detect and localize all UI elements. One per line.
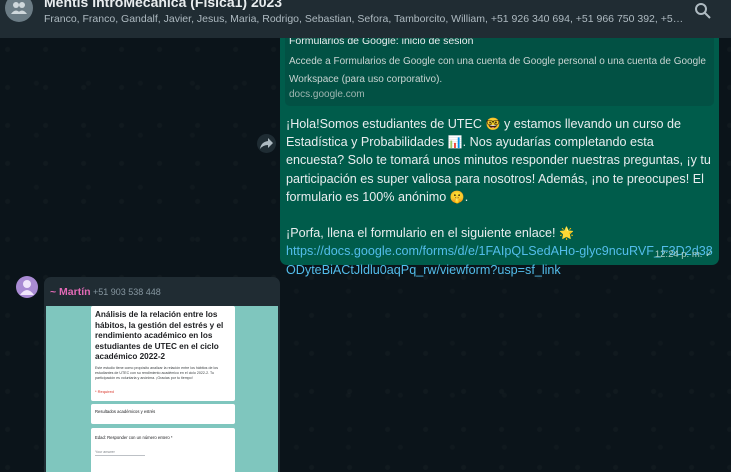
shushing-face-icon: 🤫 xyxy=(449,189,465,204)
form-link[interactable]: https://docs.google.com/forms/d/e/1FAIpQ… xyxy=(286,242,714,278)
forward-icon[interactable] xyxy=(257,134,276,153)
chat-title[interactable]: Mentis IntroMecanica (Física1) 2023 xyxy=(44,0,282,10)
bar-chart-icon: 📊 xyxy=(447,135,463,150)
group-avatar-icon[interactable] xyxy=(5,0,33,22)
user-avatar-icon[interactable] xyxy=(16,276,38,298)
preview-domain: docs.google.com xyxy=(289,89,365,100)
form-title: Análisis de la relación entre los hábito… xyxy=(95,310,224,361)
form-description: Este estudio tiene como propósito analiz… xyxy=(95,366,219,380)
incoming-message[interactable]: ~ Martín +51 903 538 448 Análisis de la … xyxy=(44,277,280,472)
form-question-card: Edad: Responder con un número entero * Y… xyxy=(91,428,235,472)
outgoing-message[interactable]: Formularios de Google: inicio de sesión … xyxy=(280,20,719,277)
form-header-card: Análisis de la relación entre los hábito… xyxy=(91,306,235,401)
message-body: ¡Hola!Somos estudiantes de UTEC 🤓 y esta… xyxy=(286,115,714,279)
chat-header[interactable]: Mentis IntroMecanica (Física1) 2023 Fran… xyxy=(0,0,731,38)
message-text: . xyxy=(464,189,469,204)
message-timestamp: 12:24 p. m. ✓ xyxy=(654,249,713,260)
form-required-note: * Required xyxy=(95,389,114,394)
form-section-card: Resultados académicos y estrés xyxy=(91,404,235,424)
form-answer-placeholder: Your answer xyxy=(95,450,115,454)
form-screenshot-image[interactable]: Análisis de la relación entre los hábito… xyxy=(46,306,278,472)
star-icon: 🌟 xyxy=(559,226,574,241)
group-members[interactable]: Franco, Franco, Gandalf, Javier, Jesus, … xyxy=(44,13,684,25)
message-text: ¡Porfa, llena el formulario en el siguie… xyxy=(286,226,556,241)
form-answer-line xyxy=(95,455,145,456)
form-question: Edad: Responder con un número entero * xyxy=(95,435,173,440)
nerd-face-icon: 🤓 xyxy=(485,117,501,131)
search-icon[interactable] xyxy=(694,2,714,22)
preview-description: Accede a Formularios de Google con una c… xyxy=(289,56,706,85)
message-text: ¡Hola!Somos estudiantes de UTEC xyxy=(286,117,482,131)
sender-name[interactable]: ~ Martín xyxy=(50,286,91,298)
sender-phone: +51 903 538 448 xyxy=(93,287,161,297)
form-section-title: Resultados académicos y estrés xyxy=(95,409,156,414)
